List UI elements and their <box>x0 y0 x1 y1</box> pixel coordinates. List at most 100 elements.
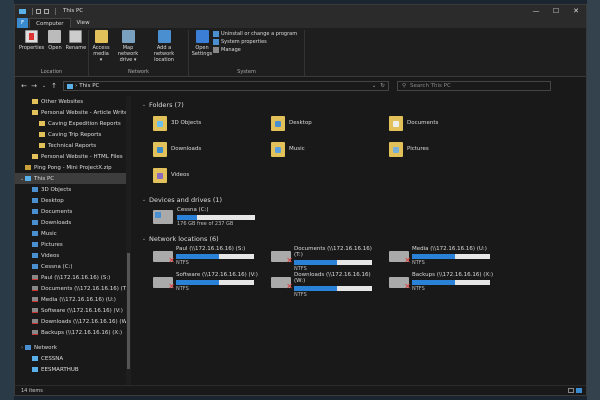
address-bar: ← → ⌄ ↑ › This PC ⌄ ↻ ⚲ Search This PC <box>15 79 586 93</box>
open-settings-label: Open Settings <box>191 45 213 57</box>
add-network-location-label: Add a network location <box>153 45 175 63</box>
nav-item[interactable]: Media (\\172.16.16.16) (U:) <box>15 294 131 305</box>
nav-item-label: Other Websites <box>41 98 84 105</box>
close-button[interactable]: ✕ <box>566 5 586 17</box>
nav-item[interactable]: Pictures <box>15 239 131 250</box>
open-settings-button[interactable]: Open Settings <box>191 30 213 57</box>
blue-icon <box>32 198 38 203</box>
folder-icon <box>32 99 38 104</box>
network-location-item[interactable]: ✕ Paul (\\172.16.16.16) (S:) NTFS <box>141 246 259 268</box>
add-network-location-button[interactable]: Add a network location <box>145 30 183 63</box>
open-button[interactable]: Open <box>46 30 63 51</box>
properties-button[interactable]: Properties <box>17 30 46 51</box>
nav-item[interactable]: 3D Objects <box>15 184 131 195</box>
nav-item[interactable]: Personal Website - HTML Files <box>15 151 131 162</box>
nav-item[interactable]: Paul (\\172.16.16.16) (S:) <box>15 272 131 283</box>
tiles-view-icon[interactable] <box>576 388 582 393</box>
network-usage-fill <box>412 280 455 285</box>
network-header[interactable]: ⌄ Network locations (6) <box>141 233 586 244</box>
network-drive-icon: ✕ <box>389 277 411 291</box>
nav-item[interactable]: Cessna (C:) <box>15 261 131 272</box>
disconnected-icon: ✕ <box>168 282 175 291</box>
address-field[interactable]: › This PC ⌄ ↻ <box>63 81 389 91</box>
address-dropdown-icon[interactable]: ⌄ <box>372 83 377 89</box>
network-location-item[interactable]: ✕ Downloads (\\172.16.16.16) (W:) NTFS <box>259 272 377 298</box>
network-usage-fill <box>176 254 219 259</box>
uninstall-program-button[interactable]: Uninstall or change a program <box>213 31 297 37</box>
network-location-item[interactable]: ✕ Documents (\\172.16.16.16) (T:) NTFS <box>259 246 377 272</box>
collapse-chevron-icon: ⌄ <box>141 196 147 203</box>
nav-item[interactable]: Videos <box>15 250 131 261</box>
nav-item[interactable]: Desktop <box>15 195 131 206</box>
nav-item[interactable]: Documents <box>15 206 131 217</box>
nav-item[interactable]: Downloads (\\172.16.16.16) (W:) <box>15 316 131 327</box>
nav-item[interactable]: CESSNA <box>15 353 131 364</box>
nav-item[interactable]: Downloads <box>15 217 131 228</box>
folder-item[interactable]: Documents <box>377 110 495 136</box>
rename-icon <box>69 30 83 43</box>
net-icon <box>32 330 38 335</box>
drives-header[interactable]: ⌄ Devices and drives (1) <box>141 194 586 205</box>
nav-item[interactable]: ⌄ This PC <box>15 173 131 184</box>
access-media-button[interactable]: Access media ▾ <box>91 30 111 63</box>
rename-button[interactable]: Rename <box>64 30 89 51</box>
recent-chevron-icon[interactable]: ⌄ <box>39 83 49 89</box>
network-drive-label: Documents (\\172.16.16.16) (T:) <box>294 246 372 258</box>
system-properties-button[interactable]: System properties <box>213 39 297 45</box>
folder-icon <box>39 132 45 137</box>
nav-item[interactable]: Ping Pong - Mini ProjectX.zip <box>15 162 131 173</box>
folder-label: 3D Objects <box>171 120 202 126</box>
nav-item[interactable]: Caving Expedition Reports <box>15 118 131 129</box>
net-icon <box>32 275 38 280</box>
tab-file[interactable]: F <box>17 18 29 28</box>
manage-button[interactable]: Manage <box>213 47 297 53</box>
folder-item[interactable]: 3D Objects <box>141 110 259 136</box>
minimize-button[interactable]: — <box>526 5 546 17</box>
hard-drive-icon <box>153 210 173 224</box>
nav-scrollbar-thumb[interactable] <box>127 253 130 369</box>
folders-header[interactable]: ⌄ Folders (7) <box>141 99 586 110</box>
collapse-chevron-icon: ⌄ <box>141 235 147 242</box>
title-bar: This PC — ☐ ✕ <box>15 5 586 17</box>
drive-free-space: 176 GB free of 237 GB <box>177 221 234 227</box>
folder-item[interactable]: Pictures <box>377 136 495 162</box>
details-view-icon[interactable] <box>568 388 574 393</box>
nav-item[interactable]: Personal Website - Article Write <box>15 107 131 118</box>
network-usage-bar <box>176 280 254 285</box>
folder-item[interactable]: Desktop <box>259 110 377 136</box>
nav-item[interactable]: Software (\\172.16.16.16) (V:) <box>15 305 131 316</box>
nav-item[interactable]: Caving Trip Reports <box>15 129 131 140</box>
network-usage-bar <box>294 286 372 291</box>
folder-icon <box>39 143 45 148</box>
folder-item[interactable]: Downloads <box>141 136 259 162</box>
up-arrow-icon[interactable]: ↑ <box>49 82 59 90</box>
back-arrow-icon[interactable]: ← <box>19 82 29 90</box>
tab-view[interactable]: View <box>71 18 96 28</box>
map-network-drive-button[interactable]: Map network drive ▾ <box>111 30 145 63</box>
refresh-icon[interactable]: ↻ <box>380 83 385 89</box>
network-icon <box>25 345 31 350</box>
folder-item[interactable]: Videos <box>141 162 259 188</box>
forward-arrow-icon[interactable]: → <box>29 82 39 90</box>
nav-item[interactable]: Music <box>15 228 131 239</box>
network-usage-bar <box>412 254 490 259</box>
drive-item[interactable]: Cessna (C:) 176 GB free of 237 GB <box>141 207 586 231</box>
network-location-item[interactable]: ✕ Backups (\\172.16.16.16) (X:) NTFS <box>377 272 495 294</box>
search-icon: ⚲ <box>402 83 407 89</box>
network-location-item[interactable]: ✕ Media (\\172.16.16.16) (U:) NTFS <box>377 246 495 268</box>
nav-item-label: Technical Reports <box>48 142 97 149</box>
quick-access-folder-icon[interactable] <box>44 8 49 14</box>
nav-item[interactable]: Documents (\\172.16.16.16) (T:) <box>15 283 131 294</box>
folder-label: Documents <box>407 120 439 126</box>
folder-item[interactable]: Music <box>259 136 377 162</box>
nav-item[interactable]: EESMARTHUB <box>15 364 131 375</box>
nav-item[interactable]: Other Websites <box>15 96 131 107</box>
network-location-item[interactable]: ✕ Software (\\172.16.16.16) (V:) NTFS <box>141 272 259 294</box>
nav-item[interactable]: Technical Reports <box>15 140 131 151</box>
tab-computer[interactable]: Computer <box>29 18 71 28</box>
search-input[interactable]: ⚲ Search This PC <box>397 81 551 91</box>
quick-access-properties-icon[interactable] <box>36 8 41 14</box>
nav-item[interactable]: Backups (\\172.16.16.16) (X:) <box>15 327 131 338</box>
nav-item[interactable]: › Network <box>15 342 131 353</box>
maximize-button[interactable]: ☐ <box>546 5 566 17</box>
